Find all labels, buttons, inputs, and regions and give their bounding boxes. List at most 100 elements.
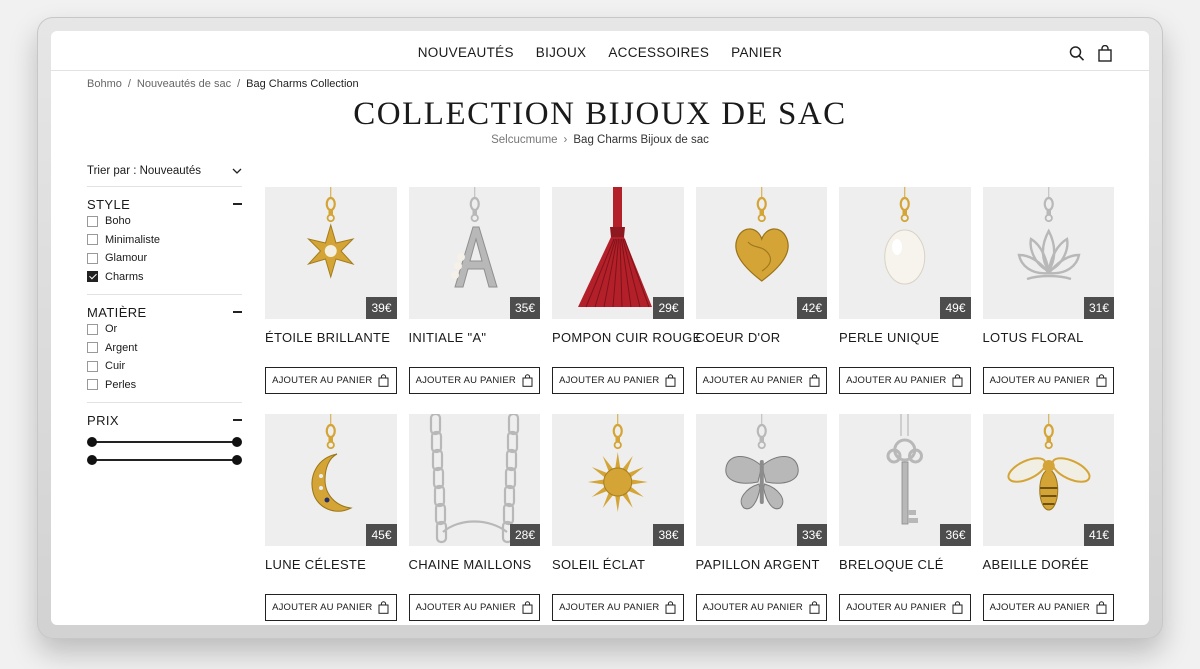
add-to-cart-button[interactable]: AJOUTER AU PANIER [265, 594, 397, 621]
filter-option-cuir[interactable]: Cuir [87, 357, 242, 376]
slider-handle-max[interactable] [232, 455, 242, 465]
add-to-cart-button[interactable]: AJOUTER AU PANIER [982, 594, 1114, 621]
filter-title: PRIX [87, 412, 119, 428]
sort-dropdown[interactable]: Trier par : Nouveautés [87, 161, 242, 187]
filter-option-argent[interactable]: Argent [87, 339, 242, 358]
price-range-slider[interactable] [87, 451, 242, 469]
slider-handle-min[interactable] [87, 455, 97, 465]
shopping-bag-icon [378, 374, 389, 387]
add-to-cart-button[interactable]: AJOUTER AU PANIER [982, 367, 1114, 394]
filter-prix-header[interactable]: PRIX [87, 412, 242, 428]
checkbox[interactable] [87, 234, 98, 246]
product-image[interactable]: 28€ [408, 414, 540, 546]
search-icon[interactable] [1069, 45, 1085, 62]
filter-style-header[interactable]: STYLE [87, 196, 242, 212]
product-card[interactable]: 39€ ÉTOILE BRILLANTE AJOUTER AU PANIER [265, 187, 397, 394]
breadcrumb-link-category[interactable]: Nouveautés de sac [137, 78, 231, 90]
sub-breadcrumb-current: Bag Charms Bijoux de sac [573, 134, 709, 146]
product-card[interactable]: 45€ LUNE CÉLESTE AJOUTER AU PANIER [265, 414, 397, 621]
price-badge: 39€ [366, 296, 397, 319]
product-card[interactable]: 38€ SOLEIL ÉCLAT AJOUTER AU PANIER [552, 414, 684, 621]
product-image[interactable]: 33€ [695, 414, 827, 546]
slider-track [91, 459, 238, 461]
add-to-cart-label: AJOUTER AU PANIER [559, 602, 660, 613]
product-image[interactable]: 38€ [552, 414, 684, 546]
nav-link-panier[interactable]: PANIER [731, 45, 782, 61]
shopping-bag-icon[interactable] [1097, 45, 1113, 62]
add-to-cart-button[interactable]: AJOUTER AU PANIER [265, 367, 397, 394]
product-card[interactable]: 28€ CHAINE MAILLONS AJOUTER AU PANIER [408, 414, 541, 621]
filter-option-minimaliste[interactable]: Minimaliste [87, 231, 242, 250]
product-image[interactable]: 45€ [265, 414, 397, 546]
nav-link-bijoux[interactable]: BIJOUX [536, 45, 587, 61]
add-to-cart-button[interactable]: AJOUTER AU PANIER [695, 594, 827, 621]
checkbox[interactable] [87, 215, 98, 227]
price-badge: 36€ [940, 523, 971, 546]
filter-matiere-header[interactable]: MATIÈRE [87, 304, 242, 320]
sub-breadcrumb-link[interactable]: Selcucmume [491, 134, 557, 146]
price-badge: 41€ [1083, 523, 1114, 546]
add-to-cart-button[interactable]: AJOUTER AU PANIER [695, 367, 827, 394]
nav-link-accessoires[interactable]: ACCESSOIRES [608, 45, 709, 61]
nav-link-nouveautes[interactable]: NOUVEAUTÉS [418, 45, 514, 61]
product-name[interactable]: PAPILLON ARGENT [696, 557, 828, 573]
product-image[interactable]: 42€ [695, 187, 827, 319]
checkbox[interactable] [87, 360, 98, 372]
checkbox[interactable] [87, 379, 98, 391]
product-card[interactable]: 29€ POMPON CUIR ROUGE AJOUTER AU PANIER [552, 187, 701, 394]
add-to-cart-button[interactable]: AJOUTER AU PANIER [552, 594, 684, 621]
product-card[interactable]: 49€ PERLE UNIQUE AJOUTER AU PANIER [839, 187, 971, 394]
product-name[interactable]: ABEILLE DORÉE [983, 557, 1115, 573]
slider-handle-min[interactable] [87, 437, 97, 447]
checkbox[interactable] [87, 252, 98, 264]
product-name[interactable]: BRELOQUE CLÉ [839, 557, 971, 573]
filter-option-glamour[interactable]: Glamour [87, 249, 242, 268]
add-to-cart-label: AJOUTER AU PANIER [415, 602, 516, 613]
product-name[interactable]: PERLE UNIQUE [839, 330, 971, 346]
price-badge: 28€ [509, 523, 540, 546]
collapse-icon [233, 419, 242, 421]
product-image[interactable]: 39€ [265, 187, 397, 319]
product-card[interactable]: 33€ PAPILLON ARGENT AJOUTER AU PANIER [695, 414, 828, 621]
add-to-cart-button[interactable]: AJOUTER AU PANIER [839, 367, 971, 394]
product-name[interactable]: LUNE CÉLESTE [265, 557, 397, 573]
product-name[interactable]: POMPON CUIR ROUGE [552, 330, 701, 346]
add-to-cart-button[interactable]: AJOUTER AU PANIER [552, 367, 684, 394]
product-image[interactable]: 29€ [552, 187, 684, 319]
filter-option-charms[interactable]: Charms [87, 268, 242, 287]
product-card[interactable]: 35€ INITIALE "A" AJOUTER AU PANIER [408, 187, 541, 394]
product-image[interactable]: 35€ [408, 187, 540, 319]
product-card[interactable]: 36€ BRELOQUE CLÉ AJOUTER AU PANIER [839, 414, 971, 621]
slider-handle-max[interactable] [232, 437, 242, 447]
shopping-bag-icon [665, 374, 676, 387]
breadcrumb-link-home[interactable]: Bohmo [87, 78, 122, 90]
product-card[interactable]: 31€ LOTUS FLORAL AJOUTER AU PANIER [982, 187, 1115, 394]
chevron-down-icon [232, 168, 242, 174]
product-image[interactable]: 31€ [982, 187, 1114, 319]
add-to-cart-label: AJOUTER AU PANIER [989, 602, 1090, 613]
add-to-cart-button[interactable]: AJOUTER AU PANIER [408, 367, 540, 394]
product-name[interactable]: ÉTOILE BRILLANTE [265, 330, 397, 346]
add-to-cart-button[interactable]: AJOUTER AU PANIER [408, 594, 540, 621]
checkbox-checked[interactable] [87, 271, 98, 283]
filter-option-boho[interactable]: Boho [87, 212, 242, 231]
product-image[interactable]: 49€ [839, 187, 971, 319]
product-name[interactable]: LOTUS FLORAL [983, 330, 1115, 346]
price-badge: 45€ [366, 523, 397, 546]
filter-option-perles[interactable]: Perles [87, 376, 242, 395]
price-range-slider[interactable] [87, 433, 242, 451]
product-card[interactable]: 41€ ABEILLE DORÉE AJOUTER AU PANIER [982, 414, 1115, 621]
product-name[interactable]: COEUR D'OR [696, 330, 828, 346]
product-card[interactable]: 42€ COEUR D'OR AJOUTER AU PANIER [695, 187, 828, 394]
checkbox[interactable] [87, 323, 98, 335]
product-name[interactable]: CHAINE MAILLONS [409, 557, 541, 573]
shopping-bag-icon [809, 374, 820, 387]
product-image[interactable]: 36€ [839, 414, 971, 546]
filter-option-or[interactable]: Or [87, 320, 242, 339]
product-name[interactable]: INITIALE "A" [409, 330, 541, 346]
product-name[interactable]: SOLEIL ÉCLAT [552, 557, 684, 573]
checkbox[interactable] [87, 342, 98, 354]
add-to-cart-label: AJOUTER AU PANIER [702, 375, 803, 386]
add-to-cart-button[interactable]: AJOUTER AU PANIER [839, 594, 971, 621]
product-image[interactable]: 41€ [982, 414, 1114, 546]
